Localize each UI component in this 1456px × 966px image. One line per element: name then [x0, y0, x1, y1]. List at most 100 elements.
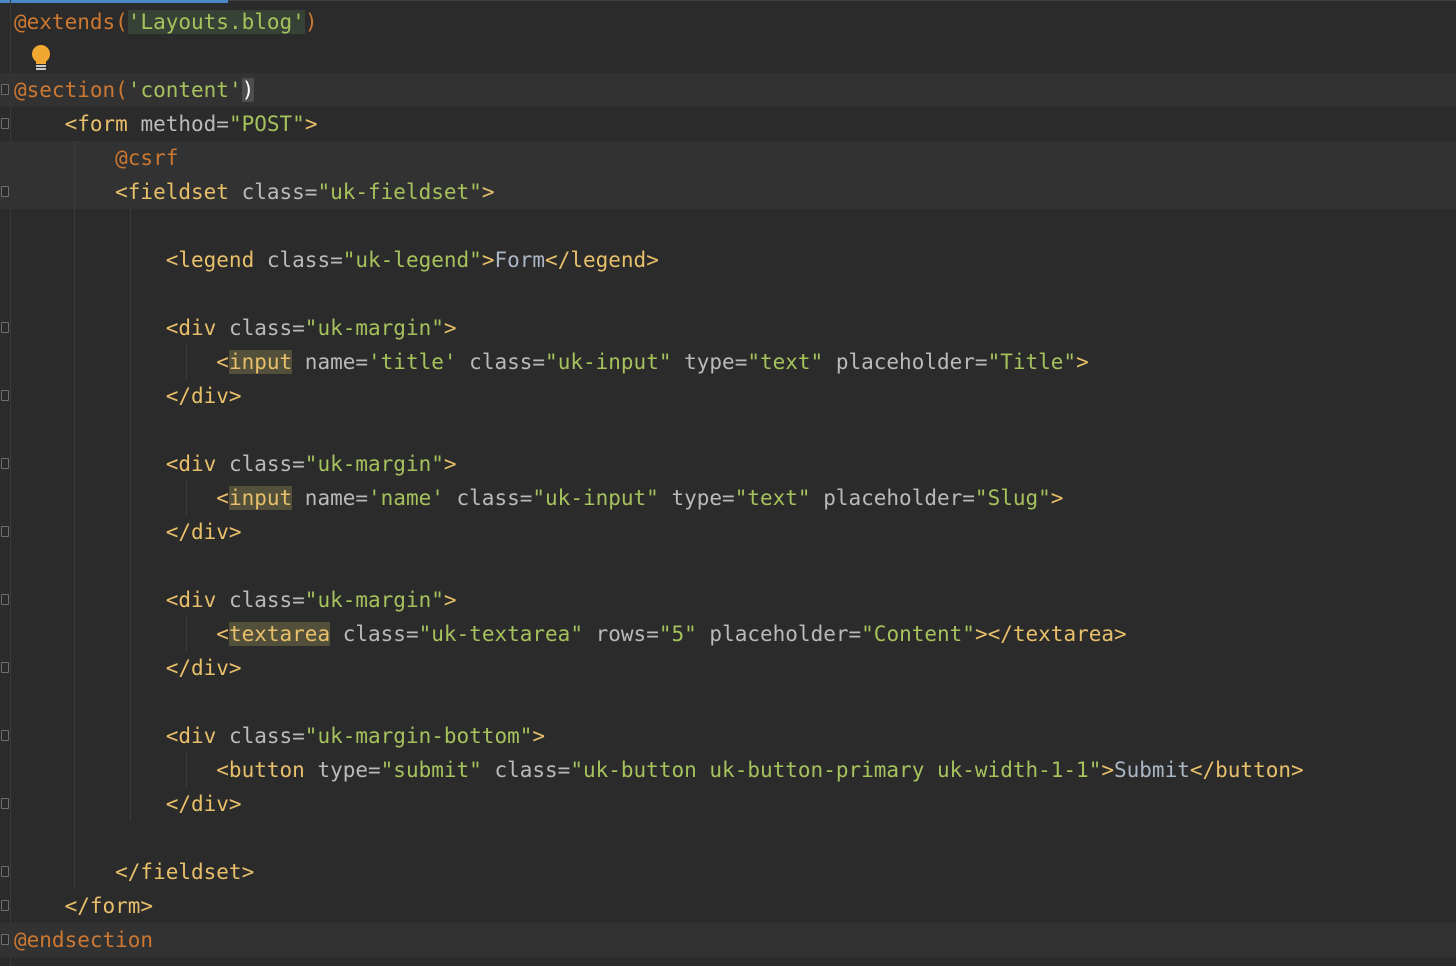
indent-guide — [130, 277, 131, 311]
indent-guide — [74, 651, 75, 685]
indent-guide — [130, 379, 131, 413]
indent-guide — [130, 311, 131, 345]
code-token: type= — [658, 486, 735, 510]
code-token: "5" — [658, 622, 697, 646]
fold-marker-icon[interactable] — [1, 730, 9, 741]
code-token: @extends( — [14, 10, 128, 34]
code-line[interactable]: <div class="uk-margin-bottom"> — [0, 719, 1456, 753]
fold-marker-icon[interactable] — [1, 798, 9, 809]
code-token: ) — [304, 10, 318, 34]
fold-marker-icon[interactable] — [1, 322, 9, 333]
code-token: < — [14, 622, 229, 646]
code-line[interactable]: </fieldset> — [0, 855, 1456, 889]
indent-guide — [130, 651, 131, 685]
indent-guide — [74, 447, 75, 481]
indent-guide — [130, 719, 131, 753]
code-token: "Title" — [987, 350, 1077, 374]
code-token: </fieldset> — [14, 860, 255, 884]
code-line[interactable]: </div> — [0, 379, 1456, 413]
code-editor[interactable]: @extends('Layouts.blog') @section('conten… — [0, 5, 1456, 957]
code-line[interactable]: </div> — [0, 515, 1456, 549]
code-line[interactable] — [0, 39, 1456, 73]
indent-guide — [74, 583, 75, 617]
indent-guide — [130, 209, 131, 243]
code-line[interactable]: @endsection — [0, 923, 1456, 957]
fold-marker-icon[interactable] — [1, 900, 9, 911]
code-token: <legend — [14, 248, 267, 272]
code-line[interactable] — [0, 685, 1456, 719]
code-line[interactable] — [0, 413, 1456, 447]
indent-guide — [130, 685, 131, 719]
code-token: class= — [228, 316, 305, 340]
code-line[interactable] — [0, 821, 1456, 855]
indent-guide — [130, 787, 131, 821]
code-line[interactable]: @extends('Layouts.blog') — [0, 5, 1456, 39]
code-line[interactable]: </div> — [0, 651, 1456, 685]
indent-guide — [74, 685, 75, 719]
fold-marker-icon[interactable] — [1, 458, 9, 469]
fold-marker-icon[interactable] — [1, 594, 9, 605]
active-tab-indicator — [0, 0, 228, 3]
code-token: class= — [481, 758, 571, 782]
code-line[interactable]: <button type="submit" class="uk-button u… — [0, 753, 1456, 787]
code-token: <div — [14, 588, 229, 612]
indent-guide — [74, 141, 75, 175]
indent-guide — [74, 787, 75, 821]
lightbulb-icon[interactable] — [30, 43, 52, 73]
code-token: input — [228, 350, 293, 374]
code-token: > — [1050, 486, 1064, 510]
indent-guide — [74, 175, 75, 209]
code-token: "uk-textarea" — [418, 622, 583, 646]
code-line[interactable] — [0, 277, 1456, 311]
code-token: type= — [671, 350, 748, 374]
code-token: < — [14, 486, 229, 510]
code-token: "uk-fieldset" — [317, 180, 482, 204]
code-token: 'title' — [368, 350, 457, 374]
code-line[interactable] — [0, 549, 1456, 583]
code-line[interactable] — [0, 209, 1456, 243]
indent-guide — [186, 753, 187, 787]
code-token: > — [443, 316, 457, 340]
fold-marker-icon[interactable] — [1, 662, 9, 673]
code-line[interactable]: @section('content') — [0, 73, 1456, 107]
indent-guide — [130, 413, 131, 447]
fold-marker-icon[interactable] — [1, 84, 9, 95]
code-line[interactable]: </div> — [0, 787, 1456, 821]
tab-bar-divider — [228, 0, 1456, 1]
fold-marker-icon[interactable] — [1, 118, 9, 129]
code-line[interactable]: <fieldset class="uk-fieldset"> — [0, 175, 1456, 209]
indent-guide — [186, 481, 187, 515]
indent-guide — [74, 379, 75, 413]
code-token: class= — [443, 486, 533, 510]
code-line[interactable]: <input name='name' class="uk-input" type… — [0, 481, 1456, 515]
fold-marker-icon[interactable] — [1, 866, 9, 877]
code-line[interactable]: <textarea class="uk-textarea" rows="5" p… — [0, 617, 1456, 651]
code-token: > — [304, 112, 318, 136]
code-line[interactable]: <div class="uk-margin"> — [0, 311, 1456, 345]
indent-guide — [130, 243, 131, 277]
code-line[interactable]: <legend class="uk-legend">Form</legend> — [0, 243, 1456, 277]
code-line[interactable]: </form> — [0, 889, 1456, 923]
code-token: </button> — [1189, 758, 1304, 782]
code-line[interactable]: <input name='title' class="uk-input" typ… — [0, 345, 1456, 379]
code-token: < — [14, 350, 229, 374]
code-token: name= — [292, 350, 369, 374]
fold-marker-icon[interactable] — [1, 186, 9, 197]
code-line[interactable]: @csrf — [0, 141, 1456, 175]
code-token: class= — [228, 452, 305, 476]
fold-marker-icon[interactable] — [1, 934, 9, 945]
indent-guide — [74, 345, 75, 379]
code-token: </form> — [14, 894, 154, 918]
code-token: "uk-margin" — [304, 316, 444, 340]
code-token: rows= — [582, 622, 659, 646]
indent-guide — [74, 617, 75, 651]
indent-guide — [74, 277, 75, 311]
code-line[interactable]: <div class="uk-margin"> — [0, 447, 1456, 481]
code-token: @endsection — [14, 928, 154, 952]
code-line[interactable]: <div class="uk-margin"> — [0, 583, 1456, 617]
fold-marker-icon[interactable] — [1, 390, 9, 401]
code-token: method= — [140, 112, 229, 136]
code-token: > — [481, 180, 495, 204]
code-line[interactable]: <form method="POST"> — [0, 107, 1456, 141]
fold-marker-icon[interactable] — [1, 526, 9, 537]
